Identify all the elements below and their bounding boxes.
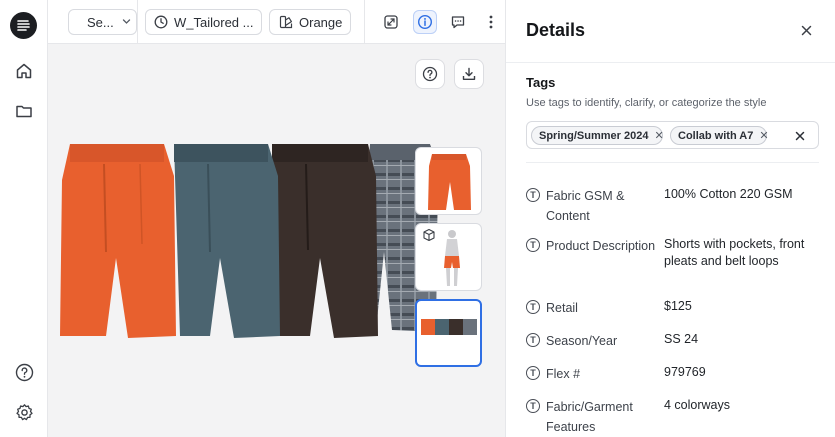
style-preview-canvas[interactable]: [48, 45, 505, 437]
cube-3d-icon: [423, 228, 435, 242]
comment-icon[interactable]: [446, 10, 470, 34]
details-title: Details: [526, 20, 586, 40]
select-dropdown[interactable]: Se...: [68, 9, 137, 35]
remove-tag-icon[interactable]: ✕: [654, 129, 663, 142]
property-label: Retail: [546, 301, 578, 315]
select-dropdown-label: Se...: [87, 14, 114, 30]
thumbnail-colorways-view[interactable]: [415, 299, 482, 367]
tags-help-text: Use tags to identify, clarify, or catego…: [526, 97, 767, 109]
left-rail: [0, 0, 48, 437]
download-icon[interactable]: [454, 59, 484, 89]
help-icon[interactable]: [13, 361, 35, 383]
remove-tag-icon[interactable]: ✕: [759, 129, 768, 142]
top-toolbar: Se... W_Tailored ... Orange: [48, 0, 505, 44]
app-logo-icon[interactable]: [10, 12, 37, 39]
property-value[interactable]: 100% Cotton 220 GSM: [664, 186, 814, 203]
colorway-button[interactable]: Orange: [269, 9, 351, 35]
property-label: Flex #: [546, 367, 581, 381]
text-field-icon: T: [526, 366, 540, 380]
orange-shorts: [60, 144, 176, 338]
thumbnail-3d-avatar-view[interactable]: [415, 223, 482, 291]
text-field-icon: T: [526, 300, 540, 314]
property-label: Fabric/Garment Features: [546, 400, 633, 434]
property-value[interactable]: 979769: [664, 364, 814, 381]
thumbnail-front-view[interactable]: [415, 147, 482, 215]
property-label: Product Description: [546, 239, 656, 253]
property-value[interactable]: $125: [664, 298, 814, 315]
property-value[interactable]: Shorts with pockets, front pleats and be…: [664, 236, 814, 270]
property-value[interactable]: 4 colorways: [664, 397, 814, 414]
version-label: W_Tailored ...: [174, 14, 254, 30]
property-label: Season/Year: [546, 334, 618, 348]
details-panel: Details Tags Use tags to identify, clari…: [505, 0, 835, 437]
text-field-icon: T: [526, 333, 540, 347]
palette-icon: [279, 15, 293, 29]
more-vertical-icon[interactable]: [479, 10, 503, 34]
expand-icon[interactable]: [379, 10, 403, 34]
text-field-icon: T: [526, 238, 540, 252]
canvas-help-icon[interactable]: [415, 59, 445, 89]
chevron-down-icon: [122, 14, 131, 29]
settings-gear-icon[interactable]: [13, 401, 35, 423]
clear-tags-icon[interactable]: [795, 128, 805, 144]
text-field-icon: T: [526, 188, 540, 202]
version-history-button[interactable]: W_Tailored ...: [145, 9, 262, 35]
info-icon[interactable]: [413, 10, 437, 34]
tag-chip-label: Spring/Summer 2024: [539, 129, 649, 142]
tag-chip-label: Collab with A7: [678, 129, 754, 142]
tag-chip: Spring/Summer 2024 ✕: [531, 126, 664, 145]
tag-chip: Collab with A7 ✕: [670, 126, 769, 145]
brown-shorts: [272, 144, 378, 338]
property-label: Fabric GSM & Content: [546, 189, 625, 223]
slate-shorts: [174, 144, 280, 338]
colorway-label: Orange: [299, 14, 343, 30]
property-value[interactable]: SS 24: [664, 331, 814, 348]
text-field-icon: T: [526, 399, 540, 413]
tags-title: Tags: [526, 75, 556, 90]
close-icon[interactable]: [798, 22, 814, 38]
folder-icon[interactable]: [13, 100, 35, 122]
home-icon[interactable]: [13, 60, 35, 82]
tags-input[interactable]: Spring/Summer 2024 ✕ Collab with A7 ✕: [526, 121, 819, 149]
clock-icon: [154, 15, 168, 29]
